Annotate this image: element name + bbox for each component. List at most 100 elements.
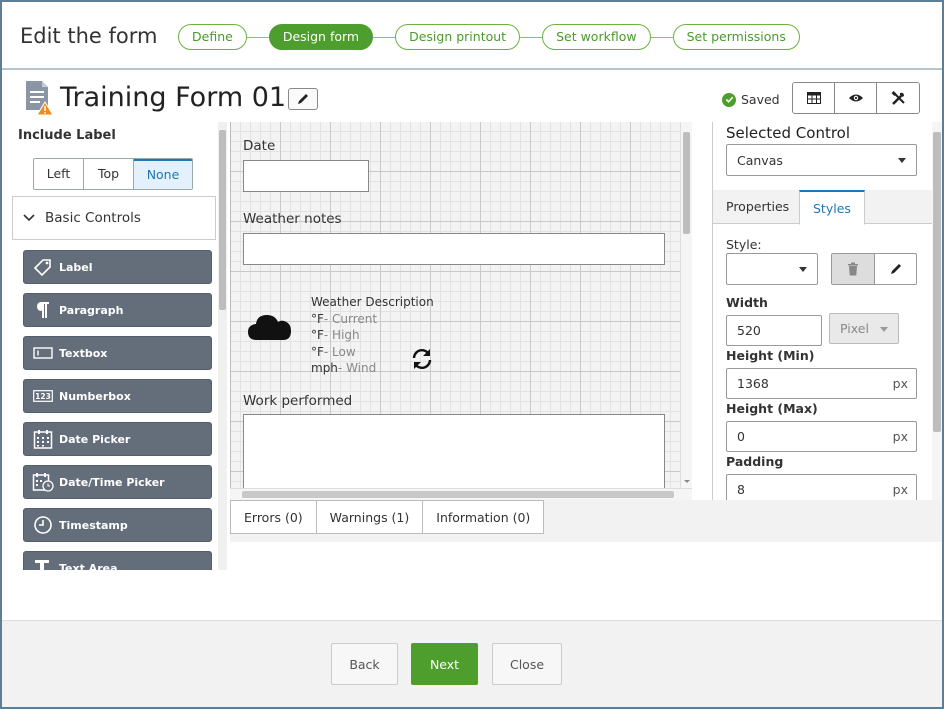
edit-style-button[interactable] [874,253,917,285]
messages-tabs: Errors (0) Warnings (1) Information (0) [230,500,545,534]
control-date-picker[interactable]: Date Picker [23,422,212,456]
text-area-icon [32,558,54,570]
control-label-text: Timestamp [59,518,128,532]
view-toolbar [792,82,920,114]
footer: Back Next Close [2,620,942,707]
form-titlebar: Training Form 01 Saved [2,72,942,122]
height-max-label: Height (Max) [726,401,818,416]
tab-properties[interactable]: Properties [713,190,802,224]
save-status: Saved [722,92,780,107]
control-label-text: Textbox [59,346,108,360]
tab-information[interactable]: Information (0) [423,500,545,534]
calendar-icon [32,429,54,449]
width-unit-select[interactable]: Pixel [829,313,899,344]
label-option-left[interactable]: Left [34,159,84,189]
height-min-label: Height (Min) [726,348,815,363]
step-connector [246,36,269,38]
width-input[interactable]: 520 [726,315,822,346]
control-datetime-picker[interactable]: Date/Time Picker [23,465,212,499]
close-button[interactable]: Close [492,643,562,685]
trash-icon [848,262,858,276]
label-position-toggle: Left Top None [33,158,193,190]
form-title: Training Form 01 [60,82,287,113]
control-paragraph[interactable]: Paragraph [23,293,212,327]
padding-label: Padding [726,454,784,469]
width-label: Width [726,295,768,310]
control-label-text: Date Picker [59,432,131,446]
panel-tabs: Properties Styles [713,190,932,225]
control-text-area[interactable]: Text Area [23,551,212,570]
control-timestamp[interactable]: Timestamp [23,508,212,542]
label-option-top[interactable]: Top [84,159,134,189]
date-field[interactable] [243,160,369,192]
eye-icon [848,94,863,102]
calendar-clock-icon [32,472,54,492]
back-button[interactable]: Back [331,643,398,685]
step-connector [650,36,673,38]
scroll-down-icon[interactable] [683,479,691,485]
step-set-permissions[interactable]: Set permissions [672,24,800,50]
clock-icon [32,515,54,535]
control-label[interactable]: Label [23,250,212,284]
cloud-icon [248,315,291,340]
weather-current: °F- Current [311,311,378,326]
weather-high: °F- High [311,328,360,342]
control-label-text: Text Area [59,561,118,571]
work-performed-label: Work performed [243,393,353,409]
style-label: Style: [726,237,762,252]
controls-scrollbar[interactable] [218,122,227,570]
step-define[interactable]: Define [178,24,247,50]
tab-errors[interactable]: Errors (0) [230,500,317,534]
step-design-form[interactable]: Design form [268,24,374,50]
control-numberbox[interactable]: 123 Numberbox [23,379,212,413]
grid-view-button[interactable] [793,83,835,113]
next-button[interactable]: Next [411,643,478,685]
tab-warnings[interactable]: Warnings (1) [316,500,424,534]
check-circle-icon [722,92,736,107]
messages-area [230,542,942,620]
caret-down-icon [799,267,807,272]
canvas-horizontal-scrollbar[interactable] [230,488,692,500]
step-connector [520,36,543,38]
numberbox-icon: 123 [32,386,54,406]
svg-text:123: 123 [35,392,51,401]
delete-style-button[interactable] [831,253,875,285]
properties-scrollbar[interactable] [932,122,942,500]
step-set-workflow[interactable]: Set workflow [542,24,651,50]
include-label-heading: Include Label [18,128,116,143]
refresh-icon[interactable] [410,347,434,371]
edit-title-button[interactable] [288,88,318,110]
label-option-none[interactable]: None [134,159,192,189]
tab-styles[interactable]: Styles [799,190,865,225]
chevron-down-icon [13,214,45,222]
properties-panel: Selected Control Canvas Properties Style… [712,122,932,500]
tag-icon [32,257,54,277]
selected-control-heading: Selected Control [726,124,851,142]
height-max-input[interactable]: 0 px [726,421,917,452]
canvas-vertical-scrollbar[interactable] [680,122,692,488]
caret-down-icon [880,326,888,332]
step-design-printout[interactable]: Design printout [395,24,521,50]
weather-widget[interactable]: Weather Description °F- Current °F- High… [247,292,497,375]
header: Edit the form Define Design form Design … [2,2,942,70]
weather-notes-label: Weather notes [243,211,342,227]
wizard-steps: Define Design form Design printout Set w… [178,24,800,50]
save-status-text: Saved [741,92,780,107]
style-select[interactable] [726,253,818,285]
basic-controls-section[interactable]: Basic Controls [12,196,216,240]
control-textbox[interactable]: Textbox [23,336,212,370]
preview-button[interactable] [835,83,877,113]
weather-title: Weather Description [311,295,434,309]
design-canvas[interactable]: Date Weather notes Weather Description °… [230,122,680,488]
selected-control-select[interactable]: Canvas [726,144,917,176]
page-title: Edit the form [20,24,158,48]
caret-down-icon [898,158,906,163]
height-min-input[interactable]: 1368 px [726,368,917,399]
pencil-icon [298,94,308,104]
tools-button[interactable] [877,83,919,113]
padding-input[interactable]: 8 px [726,474,917,500]
weather-notes-field[interactable] [243,233,665,265]
control-label-text: Date/Time Picker [59,475,165,489]
work-performed-field[interactable] [243,414,665,488]
control-label-text: Numberbox [59,389,131,403]
